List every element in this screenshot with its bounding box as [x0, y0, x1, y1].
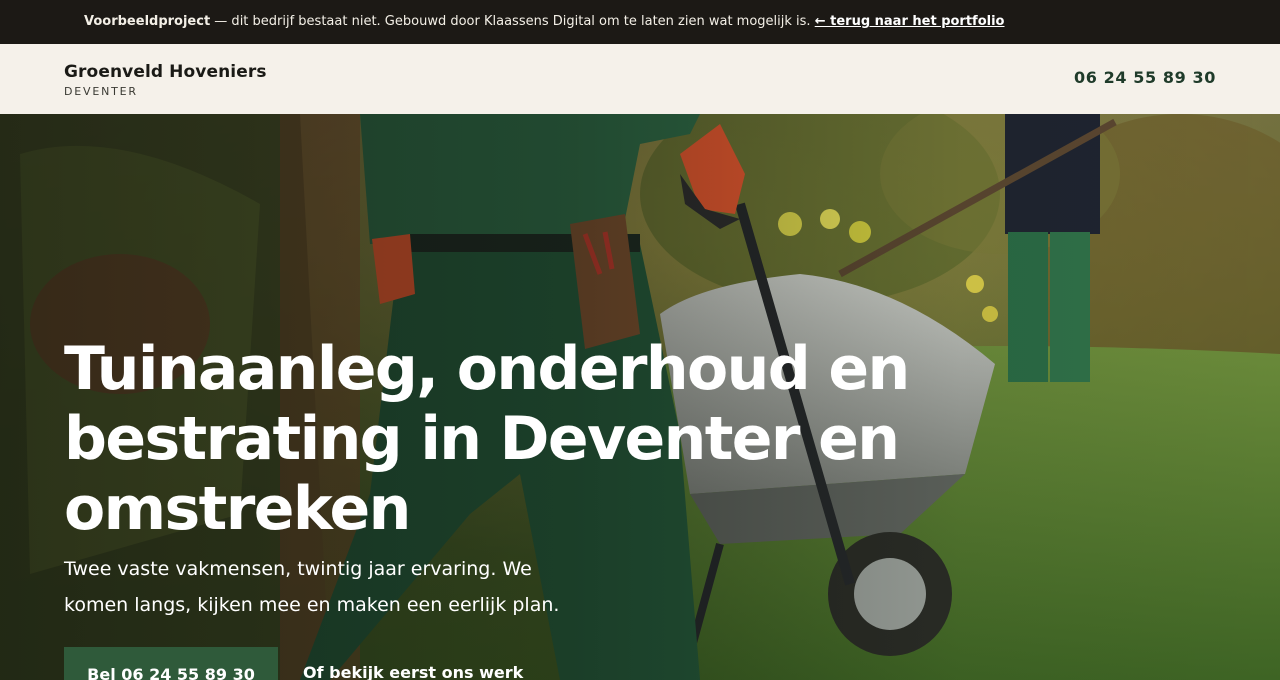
back-to-portfolio-link[interactable]: ← terug naar het portfolio [815, 14, 1005, 29]
brand-logo[interactable]: Groenveld Hoveniers DEVENTER [64, 62, 267, 98]
brand-city: DEVENTER [64, 85, 138, 98]
call-button[interactable]: Bel 06 24 55 89 30 [64, 647, 278, 680]
hero-title: Tuinaanleg, onderhoud en bestrating in D… [64, 334, 910, 544]
view-work-link[interactable]: Of bekijk eerst ons werk [303, 663, 523, 680]
hero-subtitle: Twee vaste vakmensen, twintig jaar ervar… [64, 558, 560, 616]
demo-notice-bar: Voorbeeldproject — dit bedrijf bestaat n… [0, 0, 1280, 44]
site-header: Groenveld Hoveniers DEVENTER 06 24 55 89… [0, 44, 1280, 114]
brand-name: Groenveld Hoveniers [64, 62, 267, 82]
hero-section: Tuinaanleg, onderhoud en bestrating in D… [0, 114, 1280, 680]
notice-label: Voorbeeldproject [84, 14, 211, 29]
notice-text: — dit bedrijf bestaat niet. Gebouwd door… [210, 14, 815, 29]
header-phone-link[interactable]: 06 24 55 89 30 [1074, 68, 1216, 87]
